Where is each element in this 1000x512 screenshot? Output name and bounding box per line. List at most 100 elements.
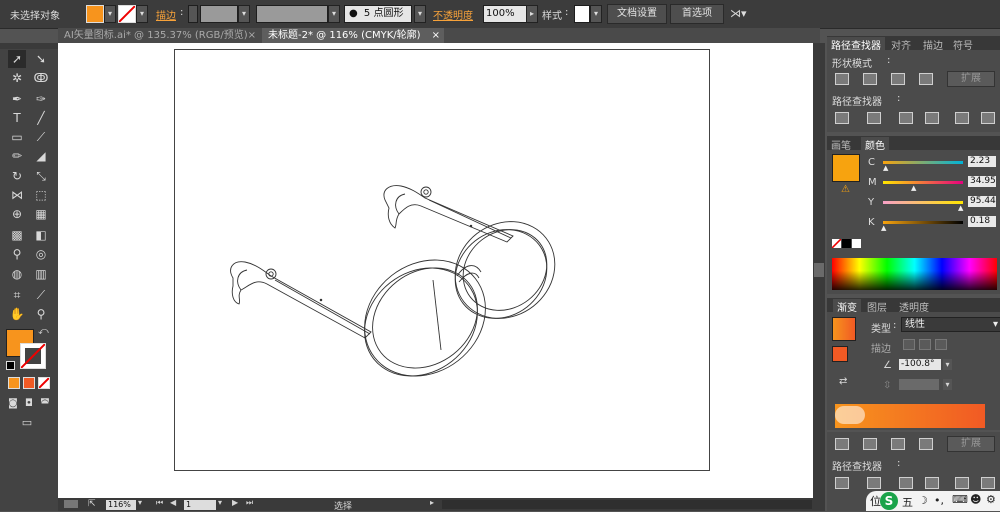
trim-icon[interactable] <box>867 112 881 124</box>
tab-layers[interactable]: 图层 <box>867 299 887 314</box>
white-swatch[interactable] <box>852 239 861 248</box>
tab-pathfinder[interactable]: 路径查找器 <box>827 37 885 52</box>
channel-k-thumb[interactable]: ▲ <box>881 224 886 232</box>
blend-tool-icon[interactable]: ◎ <box>32 245 50 263</box>
minus-front-icon[interactable] <box>863 73 877 85</box>
channel-m-thumb[interactable]: ▲ <box>911 184 916 192</box>
horizontal-scrollbar-track[interactable] <box>442 500 812 509</box>
channel-c-thumb[interactable]: ▲ <box>883 164 888 172</box>
reverse-gradient-icon[interactable]: ⇄ <box>839 376 847 387</box>
outline-icon[interactable] <box>955 477 969 489</box>
curvature-tool-icon[interactable]: ✑ <box>32 90 50 108</box>
tab-symbols[interactable]: 符号 <box>953 37 973 52</box>
channel-y-thumb[interactable]: ▲ <box>958 204 963 212</box>
tab-ai-vector-icon[interactable]: AI矢量图标.ai* @ 135.37% (RGB/预览) × <box>58 28 260 43</box>
moon-icon[interactable]: ☽ <box>918 494 928 507</box>
aspect-ratio-dropdown[interactable]: ▾ <box>943 379 952 390</box>
stroke-along-icon[interactable] <box>919 339 931 350</box>
variable-width-profile[interactable] <box>256 5 328 23</box>
draw-inside-icon[interactable]: ◚ <box>36 395 54 413</box>
graphic-style-swatch[interactable] <box>574 5 590 23</box>
preferences-button[interactable]: 首选项 <box>670 4 724 24</box>
canvas-area[interactable] <box>58 43 813 498</box>
hand-tool-icon[interactable]: ✋ <box>8 305 26 323</box>
zoom-dropdown[interactable]: ▾ <box>138 498 142 507</box>
keyboard-icon[interactable]: ⌨ <box>952 493 968 506</box>
intersect-icon[interactable] <box>891 73 905 85</box>
stroke-dropdown[interactable]: ▾ <box>136 5 148 23</box>
exclude-icon[interactable] <box>919 438 933 450</box>
vertical-scrollbar[interactable] <box>813 43 825 498</box>
close-icon[interactable]: × <box>432 28 440 43</box>
export-icon[interactable]: ⇱ <box>88 499 96 509</box>
line-tool-icon[interactable]: ╱ <box>32 109 50 127</box>
channel-m-slider[interactable] <box>883 181 963 184</box>
tab-untitled-2[interactable]: 未标题-2* @ 116% (CMYK/轮廓) × <box>262 28 444 43</box>
minus-back-icon[interactable] <box>981 112 995 124</box>
channel-y-slider[interactable] <box>883 201 963 204</box>
unite-icon[interactable] <box>835 73 849 85</box>
gradient-preview-swatch[interactable] <box>832 317 856 341</box>
channel-k-slider[interactable] <box>883 221 963 224</box>
channel-c-slider[interactable] <box>883 161 963 164</box>
angle-dropdown[interactable]: ▾ <box>943 359 952 370</box>
artboard-dropdown[interactable]: ▾ <box>218 498 222 507</box>
sogou-logo-icon[interactable]: S <box>880 492 898 510</box>
zoom-input[interactable]: 116% <box>106 500 136 510</box>
artboard-tool-icon[interactable]: ⌗ <box>8 286 26 304</box>
tab-align[interactable]: 对齐 <box>891 37 911 52</box>
opacity-input[interactable]: 100% <box>483 5 527 23</box>
unite-icon[interactable] <box>835 438 849 450</box>
profile-dropdown[interactable]: ▾ <box>328 5 340 23</box>
intersect-icon[interactable] <box>891 438 905 450</box>
outline-icon[interactable] <box>955 112 969 124</box>
default-fill-stroke-icon[interactable] <box>6 361 15 370</box>
prev-artboard-icon[interactable]: ◀ <box>170 498 176 507</box>
tab-brushes[interactable]: 画笔 <box>831 137 851 152</box>
stroke-across-icon[interactable] <box>935 339 947 350</box>
document-settings-button[interactable]: 文档设置 <box>607 4 667 24</box>
color-spectrum[interactable] <box>832 258 997 290</box>
opacity-label[interactable]: 不透明度 <box>433 7 473 22</box>
divide-icon[interactable] <box>835 477 849 489</box>
channel-y-input[interactable]: 95.44 <box>968 196 996 207</box>
toolbar-grip[interactable] <box>0 43 58 49</box>
gradient-stroke-swatch[interactable] <box>832 346 848 362</box>
opacity-dropdown[interactable]: ▸ <box>526 5 538 23</box>
lasso-tool-icon[interactable]: ↂ <box>32 69 50 87</box>
pen-tool-icon[interactable]: ✒ <box>8 90 26 108</box>
expand-button[interactable]: 扩展 <box>947 71 995 87</box>
type-tool-icon[interactable]: T <box>8 109 26 127</box>
eraser-tool-icon[interactable]: ◢ <box>32 147 50 165</box>
swap-fill-stroke-icon[interactable]: ⤺ <box>38 326 49 337</box>
none-swatch[interactable] <box>832 239 841 248</box>
gradient-tool-icon[interactable]: ◧ <box>32 226 50 244</box>
close-icon[interactable]: × <box>248 28 256 43</box>
angle-input[interactable]: -100.8° <box>899 359 941 370</box>
gradient-type-select[interactable]: 线性 ▾ <box>901 317 1000 332</box>
settings-icon[interactable]: ⚙ <box>986 493 996 506</box>
paintbrush-tool-icon[interactable]: ⟋ <box>32 128 50 146</box>
tab-gradient[interactable]: 渐变 <box>833 299 861 314</box>
minus-front-icon[interactable] <box>863 438 877 450</box>
stroke-weight-dropdown[interactable]: ▾ <box>238 5 250 23</box>
tab-color[interactable]: 颜色 <box>861 137 889 152</box>
scale-tool-icon[interactable]: ⤡ <box>32 167 50 185</box>
screen-mode-icon[interactable]: ▭ <box>18 414 36 432</box>
rectangle-tool-icon[interactable]: ▭ <box>8 128 26 146</box>
ime-mode-text[interactable]: 五 <box>902 494 913 510</box>
channel-k-input[interactable]: 0.18 <box>968 216 996 227</box>
color-mode-button[interactable] <box>8 377 20 389</box>
stroke-within-icon[interactable] <box>903 339 915 350</box>
expand-button[interactable]: 扩展 <box>947 436 995 452</box>
channel-m-input[interactable]: 34.95 <box>968 176 996 187</box>
status-menu-arrow[interactable]: ▸ <box>430 498 434 507</box>
channel-c-input[interactable]: 2.23 <box>968 156 996 167</box>
tab-transparency[interactable]: 透明度 <box>899 299 929 314</box>
artboard-number-input[interactable]: 1 <box>184 500 216 510</box>
column-graph-tool-icon[interactable]: ▥ <box>32 265 50 283</box>
arrange-documents-icon[interactable]: ⋊▾ <box>730 7 747 20</box>
stroke-swatch[interactable] <box>118 5 136 23</box>
punctuation-icon[interactable]: •, <box>934 494 944 507</box>
next-artboard-icon[interactable]: ▶ <box>232 498 238 507</box>
